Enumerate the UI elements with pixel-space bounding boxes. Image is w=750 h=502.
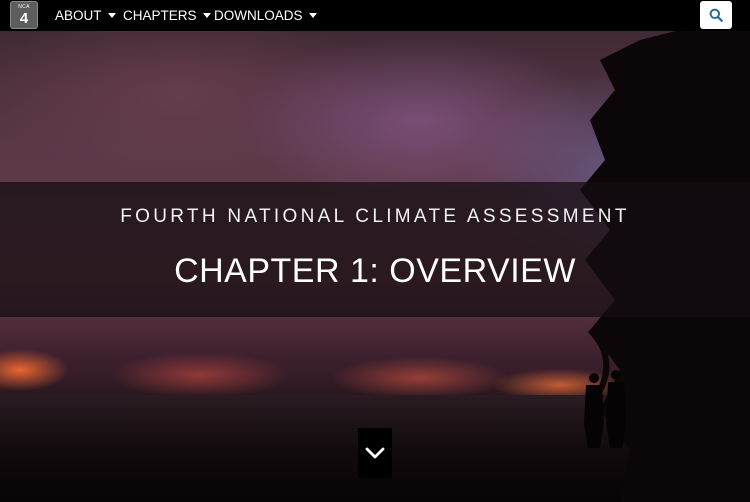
chevron-down-icon: [365, 447, 385, 459]
logo-number: 4: [19, 10, 29, 27]
top-navbar: NCA 4 ABOUT CHAPTERS DOWNLOADS: [0, 0, 750, 31]
nav-item-label: CHAPTERS: [123, 8, 197, 23]
nav-item-chapters[interactable]: CHAPTERS: [123, 0, 211, 31]
caret-down-icon: [308, 13, 317, 18]
nav-item-label: ABOUT: [55, 8, 102, 23]
caret-down-icon: [202, 13, 211, 18]
people-silhouettes: [584, 370, 626, 448]
caret-down-icon: [107, 13, 116, 18]
scroll-down-button[interactable]: [358, 428, 392, 478]
nav-item-downloads[interactable]: DOWNLOADS: [214, 0, 317, 31]
report-supertitle: FOURTH NATIONAL CLIMATE ASSESSMENT: [120, 206, 630, 227]
nav-item-about[interactable]: ABOUT: [55, 0, 116, 31]
nav-item-label: DOWNLOADS: [214, 8, 303, 23]
chapter-title: CHAPTER 1: OVERVIEW: [174, 252, 576, 290]
nca4-logo[interactable]: NCA 4: [10, 1, 38, 29]
search-icon: [709, 8, 723, 22]
title-banner: [0, 182, 750, 317]
search-button[interactable]: [700, 1, 732, 29]
